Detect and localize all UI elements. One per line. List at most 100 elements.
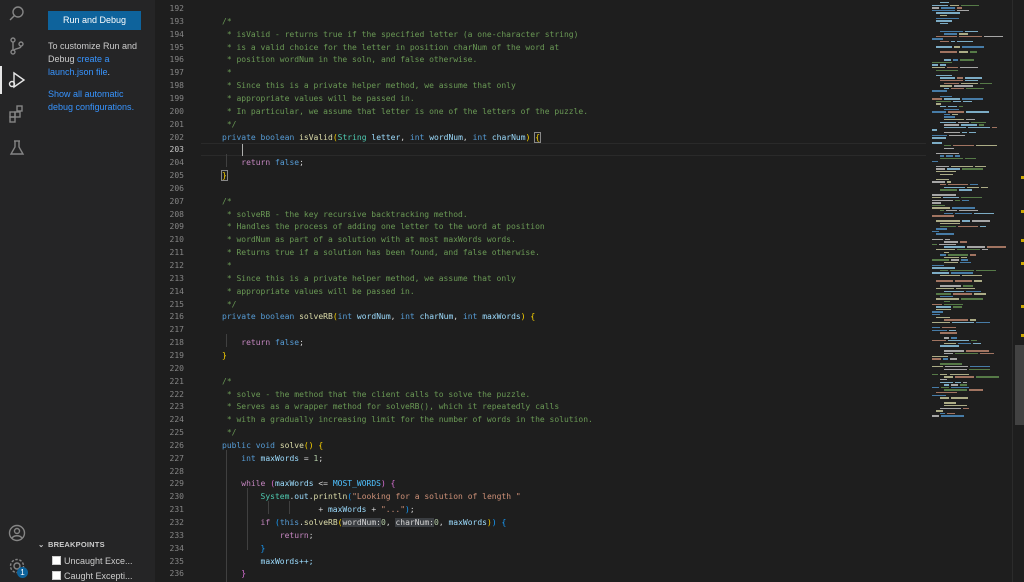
- line-number: 197: [169, 68, 184, 78]
- line-number-gutter: 192 193 194 195 196 197 198 199 200 201 202 203 204 2…: [155, 0, 201, 582]
- comment: * Returns true if a solution has been fo…: [222, 248, 540, 258]
- code-editor[interactable]: /* * isValid - returns true if the speci…: [201, 0, 926, 582]
- keyword: private: [222, 312, 256, 322]
- minimap-line: [940, 345, 960, 347]
- minimap-line: [960, 241, 967, 243]
- account-icon[interactable]: [0, 519, 34, 547]
- parameter: letter: [371, 132, 401, 142]
- code-line: while (maxWords <= MOST_WORDS) {: [241, 479, 396, 489]
- minimap-line: [944, 82, 959, 84]
- show-automatic-configurations-link[interactable]: Show all automatic debug configurations: [48, 89, 132, 112]
- code-line: return false;: [241, 338, 304, 348]
- keyword: while: [241, 479, 266, 489]
- testing-icon[interactable]: [0, 134, 34, 162]
- breakpoint-uncaught-exceptions[interactable]: Uncaught Exce...: [52, 554, 154, 568]
- minimap-line: [944, 98, 961, 100]
- minimap-line: [940, 155, 945, 157]
- minimap[interactable]: [926, 0, 1012, 582]
- comment: * position wordNum in the soln, and fals…: [222, 55, 478, 65]
- code-line: *: [222, 260, 232, 273]
- scrollbar-thumb[interactable]: [1015, 345, 1024, 425]
- chevron-down-icon: ⌄: [38, 540, 45, 549]
- minimap-line: [932, 415, 939, 417]
- minimap-line: [978, 124, 985, 126]
- minimap-line: [951, 386, 969, 389]
- breakpoint-checkbox[interactable]: [52, 571, 61, 580]
- minimap-line: [932, 373, 939, 376]
- customize-text: To customize Run and Debug create a laun…: [48, 40, 150, 79]
- minimap-line: [936, 20, 953, 22]
- search-icon[interactable]: [0, 0, 34, 28]
- minimap-line: [967, 246, 985, 248]
- minimap-line: [975, 269, 997, 272]
- minimap-line: [940, 407, 961, 409]
- run-debug-icon[interactable]: [0, 66, 34, 94]
- number: 0: [434, 518, 439, 527]
- minimap-line: [962, 132, 968, 134]
- keyword: false: [275, 338, 300, 348]
- minimap-line: [954, 353, 979, 355]
- customize-period: .: [107, 67, 111, 77]
- extensions-icon[interactable]: [0, 100, 34, 128]
- variable: maxWords: [275, 479, 314, 489]
- minimap-line: [940, 41, 950, 43]
- minimap-line: [936, 69, 958, 71]
- minimap-line: [944, 389, 968, 391]
- minimap-line: [944, 108, 959, 110]
- comment: * Handles the process of adding one lett…: [222, 222, 545, 232]
- minimap-line: [944, 353, 953, 355]
- breakpoint-label: Uncaught Exce...: [64, 556, 133, 566]
- minimap-line: [952, 293, 973, 295]
- source-control-icon[interactable]: [0, 32, 34, 60]
- keyword: int: [400, 312, 415, 322]
- string: "Looking for a solution of length ": [352, 492, 521, 502]
- minimap-line: [932, 386, 940, 389]
- vertical-scrollbar[interactable]: [1012, 0, 1024, 582]
- minimap-line: [936, 306, 951, 308]
- minimap-line: [932, 61, 952, 64]
- inlay-hint: wordNum:: [342, 518, 381, 527]
- keyword: int: [337, 312, 353, 322]
- minimap-line: [955, 199, 960, 201]
- minimap-line: [932, 4, 948, 6]
- code-line: * Since this is a private helper method,…: [222, 273, 516, 286]
- minimap-line: [966, 350, 990, 352]
- minimap-line: [940, 51, 958, 53]
- minimap-line: [954, 280, 973, 282]
- field: out: [294, 492, 309, 502]
- minimap-line: [940, 225, 956, 227]
- minimap-line: [944, 384, 950, 386]
- minimap-line: [944, 251, 950, 253]
- breakpoint-checkbox[interactable]: [52, 556, 61, 565]
- breakpoints-section-header[interactable]: ⌄ BREAKPOINTS: [38, 540, 155, 552]
- minimap-line: [944, 212, 953, 214]
- line-number: 192: [169, 4, 184, 13]
- line-number: 218: [169, 338, 184, 348]
- minimap-line: [944, 337, 949, 339]
- run-and-debug-button[interactable]: Run and Debug: [48, 11, 141, 30]
- minimap-line: [944, 59, 951, 61]
- minimap-line: [932, 259, 950, 261]
- statement: maxWords++;: [260, 556, 314, 566]
- minimap-line: [960, 82, 978, 84]
- comment: */: [222, 428, 237, 438]
- line-number: 220: [169, 363, 184, 373]
- minimap-line: [944, 124, 959, 126]
- settings-gear-icon[interactable]: 1: [0, 552, 34, 580]
- comment: * with a gradually increasing limit for …: [222, 415, 593, 425]
- minimap-line: [965, 290, 982, 292]
- minimap-line: [940, 223, 961, 225]
- line-number: 217: [169, 325, 184, 335]
- minimap-line: [962, 407, 970, 409]
- line-number: 205: [169, 171, 184, 181]
- minimap-line: [974, 280, 982, 282]
- line-number: 226: [169, 440, 184, 450]
- minimap-line: [932, 321, 950, 324]
- minimap-line: [944, 132, 961, 134]
- minimap-line: [982, 249, 988, 251]
- comment: *: [222, 261, 232, 270]
- code-line: * solve - the method that the client cal…: [222, 389, 530, 402]
- minimap-line: [940, 381, 954, 383]
- breakpoint-caught-exceptions[interactable]: Caught Excepti...: [52, 569, 154, 582]
- minimap-line: [964, 158, 976, 160]
